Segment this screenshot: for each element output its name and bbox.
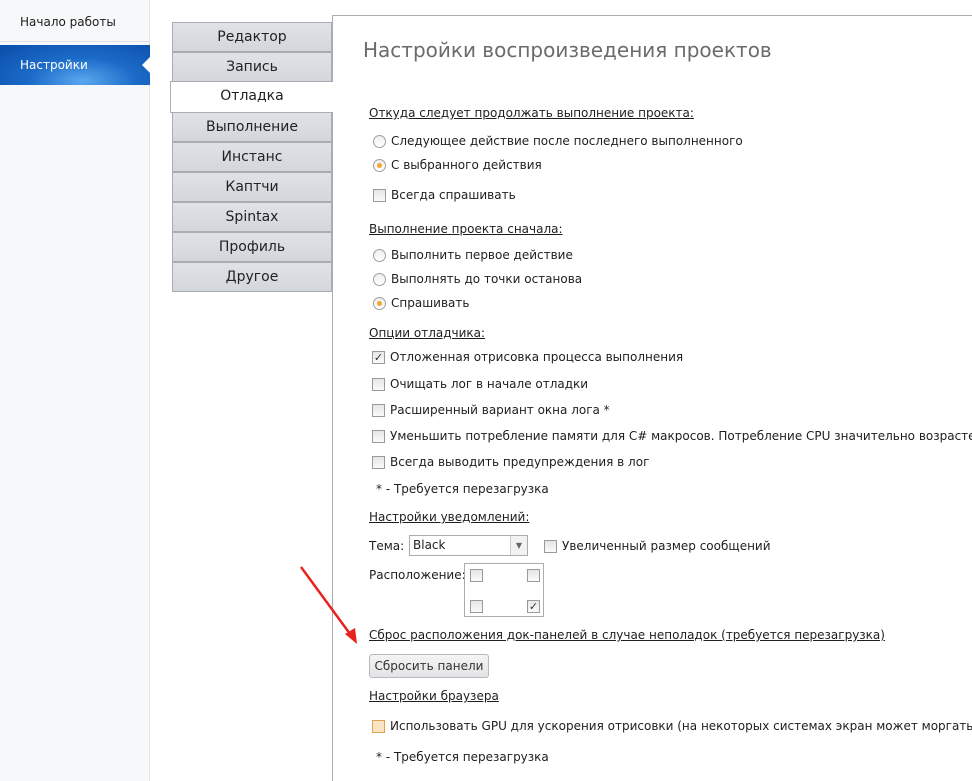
continue-header: Откуда следует продолжать выполнение про… xyxy=(369,106,694,120)
restart-note: * - Требуется перезагрузка xyxy=(376,482,549,496)
checkbox-label: Расширенный вариант окна лога * xyxy=(390,403,610,417)
radio-label: Выполнять до точки останова xyxy=(391,272,583,286)
checkbox-deferred-render[interactable]: ✓ Отложенная отрисовка процесса выполнени… xyxy=(372,350,683,364)
radio-first-action[interactable]: Выполнить первое действие xyxy=(373,248,573,262)
from-start-header: Выполнение проекта сначала: xyxy=(369,222,563,236)
tab-execution[interactable]: Выполнение xyxy=(172,112,332,142)
notify-header: Настройки уведомлений: xyxy=(369,510,530,524)
position-label: Расположение: xyxy=(369,568,466,582)
position-top-right[interactable] xyxy=(527,569,540,582)
checkbox-icon[interactable] xyxy=(372,377,385,391)
radio-label: С выбранного действия xyxy=(391,158,542,172)
page-title: Настройки воспроизведения проектов xyxy=(363,38,772,62)
checkbox-label: Всегда спрашивать xyxy=(391,188,516,202)
checkbox-use-gpu[interactable]: Использовать GPU для ускорения отрисовки… xyxy=(372,719,972,733)
radio-icon[interactable] xyxy=(373,134,386,148)
theme-value: Black xyxy=(413,538,446,552)
checkbox-warnings-log[interactable]: Всегда выводить предупреждения в лог xyxy=(372,455,649,469)
checkbox-icon[interactable]: ✓ xyxy=(372,350,385,364)
checkbox-reduce-memory[interactable]: Уменьшить потребление памяти для C# макр… xyxy=(372,429,972,443)
checkbox-label: Отложенная отрисовка процесса выполнения xyxy=(390,350,684,364)
radio-ask[interactable]: Спрашивать xyxy=(373,296,469,310)
checkbox-bigger-messages[interactable]: Увеличенный размер сообщений xyxy=(544,539,771,553)
radio-next-action[interactable]: Следующее действие после последнего выпо… xyxy=(373,134,743,148)
checkbox-label: Уменьшить потребление памяти для C# макр… xyxy=(390,429,972,443)
radio-icon[interactable] xyxy=(373,248,386,262)
checkbox-clear-log[interactable]: Очищать лог в начале отладки xyxy=(372,377,588,391)
reset-panels-button[interactable]: Сбросить панели xyxy=(369,654,489,678)
radio-icon[interactable] xyxy=(373,296,386,310)
theme-label: Тема: xyxy=(369,539,405,553)
checkbox-icon[interactable] xyxy=(372,455,385,469)
position-bottom-left[interactable] xyxy=(470,600,483,613)
tab-captcha[interactable]: Каптчи xyxy=(172,172,332,202)
radio-icon[interactable] xyxy=(373,272,386,286)
radio-label: Спрашивать xyxy=(391,296,470,310)
radio-icon[interactable] xyxy=(373,158,386,172)
position-grid: ✓ xyxy=(464,563,544,617)
checkbox-icon[interactable] xyxy=(544,539,557,553)
checkbox-icon[interactable] xyxy=(372,403,385,417)
checkbox-icon[interactable] xyxy=(372,429,385,443)
tab-spintax[interactable]: Spintax xyxy=(172,202,332,232)
tab-debugging[interactable]: Отладка xyxy=(170,81,333,113)
tab-recording[interactable]: Запись xyxy=(172,52,332,82)
debugger-header: Опции отладчика: xyxy=(369,326,486,340)
position-top-left[interactable] xyxy=(470,569,483,582)
position-bottom-right[interactable]: ✓ xyxy=(527,600,540,613)
checkbox-label: Использовать GPU для ускорения отрисовки… xyxy=(390,719,972,733)
radio-selected-action[interactable]: С выбранного действия xyxy=(373,158,542,172)
sidebar-item-getting-started[interactable]: Начало работы xyxy=(0,2,150,42)
tab-editor[interactable]: Редактор xyxy=(172,22,332,52)
dock-reset-header: Сброс расположения док-панелей в случае … xyxy=(369,628,885,642)
browser-header: Настройки браузера xyxy=(369,689,499,703)
browser-restart-note: * - Требуется перезагрузка xyxy=(376,750,549,764)
tab-profile[interactable]: Профиль xyxy=(172,232,332,262)
sidebar-item-settings[interactable]: Настройки xyxy=(0,45,150,85)
radio-until-breakpoint[interactable]: Выполнять до точки останова xyxy=(373,272,582,286)
tab-other[interactable]: Другое xyxy=(172,262,332,292)
checkbox-label: Всегда выводить предупреждения в лог xyxy=(390,455,650,469)
checkbox-extended-log[interactable]: Расширенный вариант окна лога * xyxy=(372,403,610,417)
checkbox-icon[interactable] xyxy=(372,719,385,733)
radio-label: Следующее действие после последнего выпо… xyxy=(391,134,743,148)
checkbox-label: Очищать лог в начале отладки xyxy=(390,377,589,391)
sidebar: Начало работы Настройки xyxy=(0,0,150,781)
checkbox-always-ask[interactable]: Всегда спрашивать xyxy=(373,188,516,202)
red-arrow-annotation xyxy=(299,566,357,644)
checkbox-label: Увеличенный размер сообщений xyxy=(562,539,771,553)
radio-label: Выполнить первое действие xyxy=(391,248,573,262)
theme-select[interactable]: Black ▼ xyxy=(409,535,528,556)
checkbox-icon[interactable] xyxy=(373,188,386,202)
tab-instance[interactable]: Инстанс xyxy=(172,142,332,172)
chevron-down-icon[interactable]: ▼ xyxy=(510,536,527,555)
